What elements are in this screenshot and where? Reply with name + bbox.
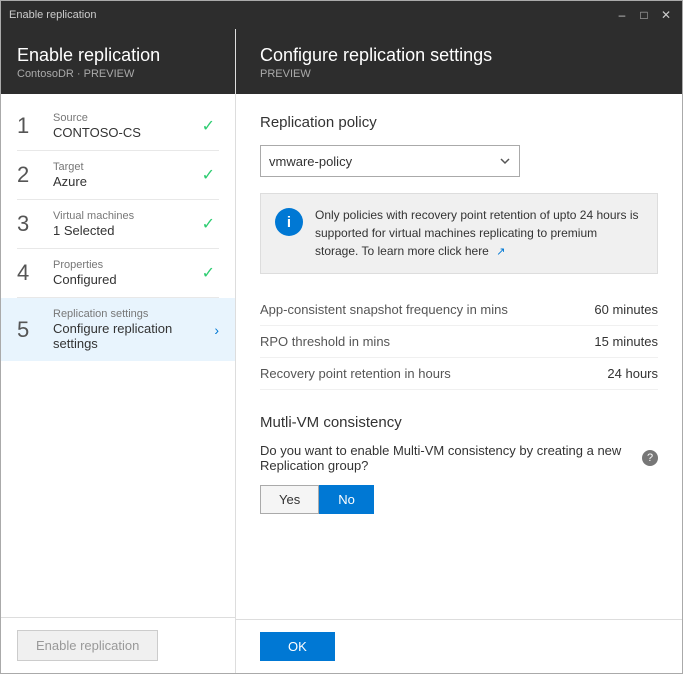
minimize-button[interactable]: – [614, 7, 630, 23]
setting-row-0: App-consistent snapshot frequency in min… [260, 294, 658, 326]
info-text-content: Only policies with recovery point retent… [315, 208, 639, 258]
step-5-info: Replication settings Configure replicati… [45, 308, 214, 351]
step-3[interactable]: 3 Virtual machines 1 Selected ✓ [1, 200, 235, 248]
step-2-number: 2 [17, 162, 45, 188]
step-4-check-icon: ✓ [202, 263, 215, 283]
left-panel-title: Enable replication [17, 45, 219, 66]
setting-row-2: Recovery point retention in hours 24 hou… [260, 358, 658, 390]
info-box: i Only policies with recovery point rete… [260, 193, 658, 274]
step-5[interactable]: 5 Replication settings Configure replica… [1, 298, 235, 361]
right-footer: OK [236, 619, 682, 673]
step-5-label: Replication settings [53, 308, 214, 320]
right-panel: Configure replication settings PREVIEW R… [236, 29, 682, 673]
step-1-value: CONTOSO-CS [53, 125, 202, 140]
no-button[interactable]: No [319, 485, 374, 514]
close-button[interactable]: ✕ [658, 7, 674, 23]
step-1-info: Source CONTOSO-CS [45, 112, 202, 140]
left-footer: Enable replication [1, 617, 235, 673]
right-content: Replication policy vmware-policy i Only … [236, 94, 682, 619]
setting-value-1: 15 minutes [594, 334, 658, 349]
step-2-info: Target Azure [45, 161, 202, 189]
step-2[interactable]: 2 Target Azure ✓ [1, 151, 235, 199]
step-2-label: Target [53, 161, 202, 173]
right-panel-title: Configure replication settings [260, 45, 658, 66]
setting-value-0: 60 minutes [594, 302, 658, 317]
step-3-value: 1 Selected [53, 223, 202, 238]
ok-button[interactable]: OK [260, 632, 335, 661]
step-4-info: Properties Configured [45, 259, 202, 287]
left-header: Enable replication ContosoDR · PREVIEW [1, 29, 235, 94]
yes-no-buttons: Yes No [260, 485, 658, 514]
setting-row-1: RPO threshold in mins 15 minutes [260, 326, 658, 358]
step-3-info: Virtual machines 1 Selected [45, 210, 202, 238]
info-text: Only policies with recovery point retent… [315, 206, 643, 261]
step-2-value: Azure [53, 174, 202, 189]
step-3-number: 3 [17, 211, 45, 237]
policy-dropdown[interactable]: vmware-policy [260, 145, 520, 177]
info-icon: i [275, 208, 303, 236]
right-header: Configure replication settings PREVIEW [236, 29, 682, 94]
titlebar-title: Enable replication [9, 9, 96, 21]
setting-label-1: RPO threshold in mins [260, 334, 390, 349]
setting-label-0: App-consistent snapshot frequency in min… [260, 302, 508, 317]
left-steps: 1 Source CONTOSO-CS ✓ 2 Target Azure ✓ [1, 94, 235, 617]
left-panel: Enable replication ContosoDR · PREVIEW 1… [1, 29, 236, 673]
help-icon[interactable]: ? [642, 450, 658, 466]
yes-button[interactable]: Yes [260, 485, 319, 514]
main-content: Enable replication ContosoDR · PREVIEW 1… [1, 29, 682, 673]
step-3-label: Virtual machines [53, 210, 202, 222]
step-1-label: Source [53, 112, 202, 124]
step-5-value: Configure replication settings [53, 321, 214, 351]
step-1[interactable]: 1 Source CONTOSO-CS ✓ [1, 102, 235, 150]
step-3-check-icon: ✓ [202, 214, 215, 234]
step-2-check-icon: ✓ [202, 165, 215, 185]
consistency-question: Do you want to enable Multi-VM consisten… [260, 443, 658, 473]
external-link-icon: ↗ [496, 246, 505, 258]
consistency-question-text: Do you want to enable Multi-VM consisten… [260, 443, 636, 473]
step-4-label: Properties [53, 259, 202, 271]
right-panel-subtitle: PREVIEW [260, 68, 658, 80]
policy-dropdown-wrapper: vmware-policy [260, 145, 658, 177]
enable-replication-button[interactable]: Enable replication [17, 630, 158, 661]
setting-value-2: 24 hours [607, 366, 658, 381]
window: Enable replication – □ ✕ Enable replicat… [0, 0, 683, 674]
step-1-check-icon: ✓ [202, 116, 215, 136]
step-1-number: 1 [17, 113, 45, 139]
step-4-number: 4 [17, 260, 45, 286]
step-4[interactable]: 4 Properties Configured ✓ [1, 249, 235, 297]
replication-policy-title: Replication policy [260, 114, 658, 131]
left-panel-subtitle: ContosoDR · PREVIEW [17, 68, 219, 80]
step-4-value: Configured [53, 272, 202, 287]
settings-table: App-consistent snapshot frequency in min… [260, 294, 658, 390]
titlebar-controls: – □ ✕ [614, 7, 674, 23]
maximize-button[interactable]: □ [636, 7, 652, 23]
step-5-arrow-icon: › [214, 322, 219, 338]
multi-vm-title: Mutli-VM consistency [260, 414, 658, 431]
step-5-number: 5 [17, 317, 45, 343]
setting-label-2: Recovery point retention in hours [260, 366, 451, 381]
titlebar: Enable replication – □ ✕ [1, 1, 682, 29]
